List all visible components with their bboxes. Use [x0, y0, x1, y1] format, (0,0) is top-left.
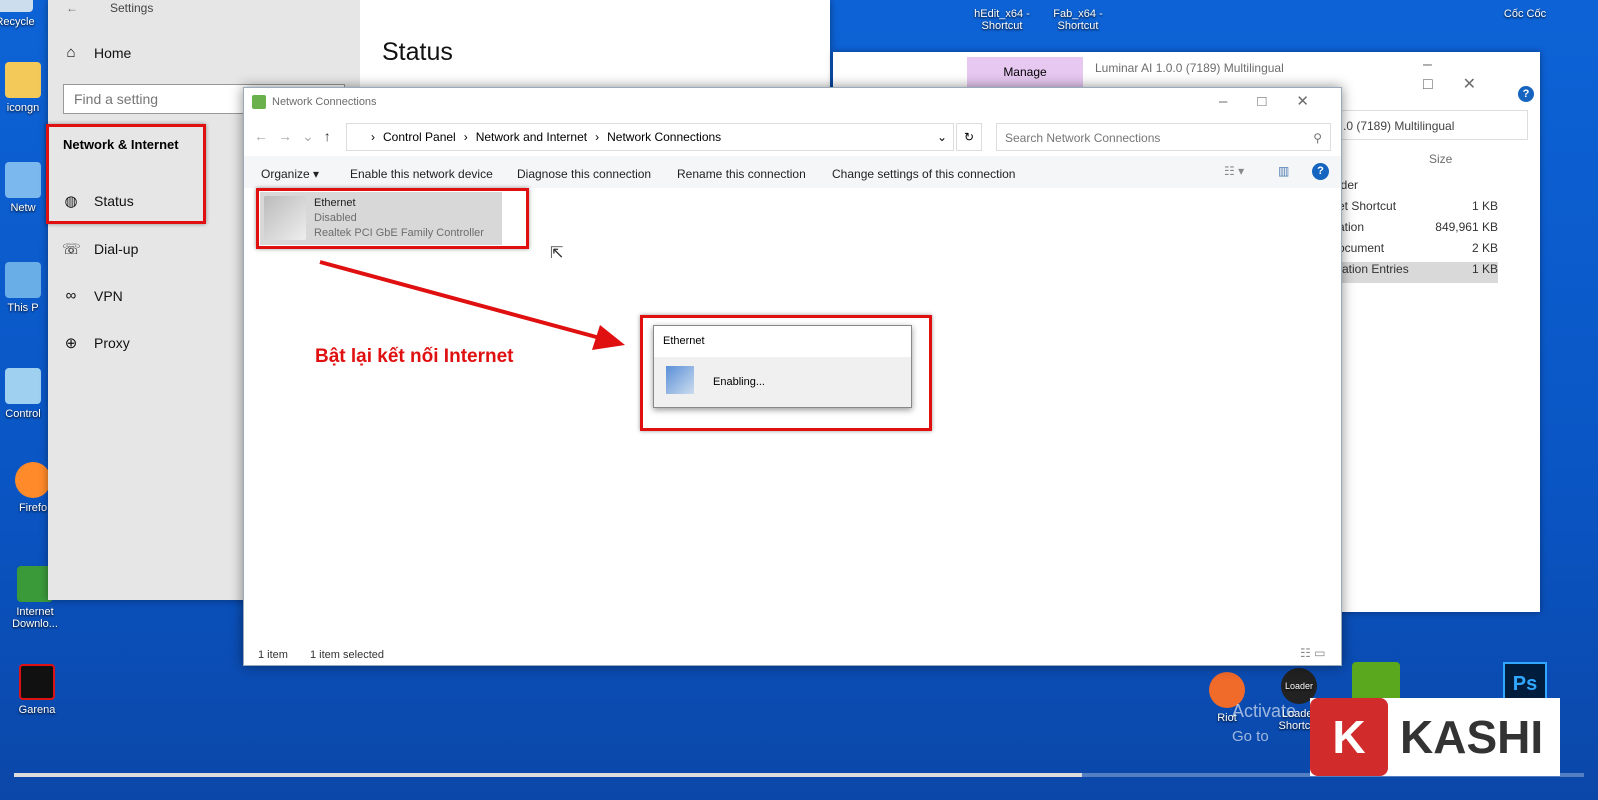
highlight-dialog — [640, 315, 932, 431]
video-progress-fill — [14, 773, 1082, 777]
kashi-logo: K KASHI — [1310, 698, 1560, 776]
annotation-text: Bật lại kết nối Internet — [315, 346, 514, 367]
